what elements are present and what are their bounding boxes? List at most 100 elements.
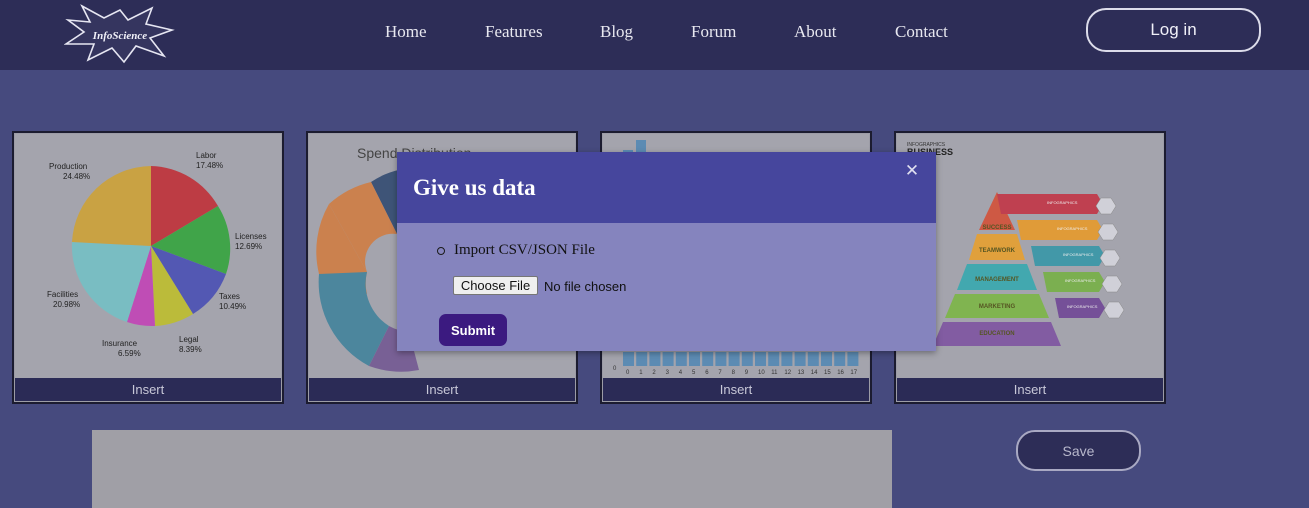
bar-x-tick: 14 — [811, 370, 818, 376]
bar-thumb-bar — [821, 352, 832, 366]
top-navbar: InfoScience Home Features Blog Forum Abo… — [0, 0, 1309, 70]
bar-thumb-bar — [794, 352, 806, 366]
bar-thumb-bar — [715, 352, 727, 366]
nav-link-home[interactable]: Home — [385, 22, 427, 42]
bar-x-tick: 15 — [824, 370, 831, 376]
pyramid-banner-label-5: INFOGRAPHICS — [1067, 304, 1098, 309]
bar-thumb-bar — [741, 352, 753, 366]
insert-button-bar[interactable]: Insert — [603, 378, 869, 401]
bar-thumb-bar — [675, 352, 687, 366]
logo-text: InfoScience — [92, 30, 148, 42]
bar-x-tick: 12 — [784, 370, 791, 376]
bar-x-tick: 1 — [639, 370, 643, 376]
bar-x-tick: 11 — [771, 370, 778, 376]
bar-x-tick: 8 — [732, 370, 736, 376]
pyramid-label-teamwork: TEAMWORK — [979, 248, 1016, 254]
pyramid-label-success: SUCCESS — [982, 225, 1011, 231]
bar-thumb-bar — [768, 352, 780, 366]
import-label: Import CSV/JSON File — [454, 242, 595, 258]
bar-x-tick: 13 — [798, 370, 805, 376]
submit-button[interactable]: Submit — [439, 314, 507, 346]
card-thumbnail-pie[interactable]: Labor 17.48% Licenses 12.69% Taxes 10.49… — [15, 134, 281, 378]
bar-thumb-bar — [728, 352, 740, 366]
insert-button-pie[interactable]: Insert — [15, 378, 281, 401]
bar-thumb-bar — [834, 352, 846, 366]
brain-icon — [1103, 301, 1125, 319]
pie-label-licenses: Licenses — [235, 232, 267, 241]
save-button[interactable]: Save — [1016, 430, 1141, 471]
bar-x-tick: 3 — [666, 370, 670, 376]
import-option: Import CSV/JSON File — [437, 242, 595, 259]
nav-link-features[interactable]: Features — [485, 22, 543, 42]
bar-x-tick: 16 — [837, 370, 844, 376]
bar-x-tick: 5 — [692, 370, 696, 376]
modal-title: Give us data — [413, 175, 536, 200]
choose-file-button[interactable]: Choose File — [453, 276, 538, 295]
pie-value-legal: 8.39% — [179, 345, 202, 354]
insert-button-donut[interactable]: Insert — [309, 378, 575, 401]
pyramid-banner-label-1: INFOGRAPHICS — [1047, 200, 1078, 205]
pyramid-banner-label-2: INFOGRAPHICS — [1057, 226, 1088, 231]
bar-x-tick: 4 — [679, 370, 683, 376]
close-icon[interactable]: ✕ — [901, 160, 923, 182]
insert-button-pyramid[interactable]: Insert — [897, 378, 1163, 401]
pie-value-facilities: 20.98% — [53, 300, 80, 309]
bar-x-tick: 17 — [850, 370, 857, 376]
gears-icon — [1101, 275, 1123, 293]
pie-label-facilities: Facilities — [47, 290, 78, 299]
nav-link-forum[interactable]: Forum — [691, 22, 736, 42]
pyramid-level-2 — [969, 234, 1025, 260]
bar-thumb-bar — [807, 352, 819, 366]
bar-x-tick: 10 — [758, 370, 765, 376]
pie-value-taxes: 10.49% — [219, 302, 246, 311]
pie-value-licenses: 12.69% — [235, 242, 262, 251]
pie-label-taxes: Taxes — [219, 292, 240, 301]
bar-thumb-bar — [636, 352, 648, 366]
bar-thumb-bar — [689, 352, 700, 366]
pyramid-infographic-thumbnail: INFOGRAPHICS BUSINESS SUCCESS TEAMWORK M… — [907, 142, 1125, 346]
nav-link-about[interactable]: About — [794, 22, 837, 42]
pie-label-legal: Legal — [179, 335, 199, 344]
card-thumbnail-pyramid[interactable]: INFOGRAPHICS BUSINESS SUCCESS TEAMWORK M… — [897, 134, 1163, 378]
bar-thumb-bars — [623, 352, 859, 366]
template-card-pie: Labor 17.48% Licenses 12.69% Taxes 10.49… — [12, 131, 284, 404]
nav-link-contact[interactable]: Contact — [895, 22, 948, 42]
pie-label-production: Production — [49, 162, 87, 171]
pie-value-insurance: 6.59% — [118, 349, 141, 358]
modal-header: Give us data ✕ — [397, 152, 936, 223]
bar-y-zero: 0 — [613, 366, 617, 372]
circle-bullet-icon — [437, 246, 445, 255]
pyramid-banner-label-3: INFOGRAPHICS — [1063, 252, 1094, 257]
bar-x-tick: 2 — [652, 370, 656, 376]
pyramid-label-marketing: MARKETING — [979, 304, 1016, 310]
data-import-modal: Give us data ✕ Import CSV/JSON File Choo… — [397, 152, 936, 351]
pyramid-banner-label-4: INFOGRAPHICS — [1065, 278, 1096, 283]
bar-thumb-bar — [649, 352, 661, 366]
file-status: No file chosen — [544, 279, 627, 294]
user-icon — [1097, 223, 1119, 241]
logo-star-icon: InfoScience — [63, 4, 175, 64]
pie-label-insurance: Insurance — [102, 339, 138, 348]
pie-label-labor: Labor — [196, 151, 217, 160]
chart-icon — [1099, 249, 1121, 267]
bar-thumb-bar — [781, 352, 793, 366]
logo[interactable]: InfoScience — [63, 4, 176, 64]
pie-value-labor: 17.48% — [196, 161, 223, 170]
bar-thumb-bar — [662, 352, 674, 366]
pie-chart-thumbnail: Labor 17.48% Licenses 12.69% Taxes 10.49… — [47, 151, 267, 358]
bar-thumb-bar — [755, 352, 766, 366]
bar-x-tick: 6 — [705, 370, 709, 376]
nav-link-blog[interactable]: Blog — [600, 22, 633, 42]
bar-thumb-bar — [623, 352, 634, 366]
bar-x-tick: 0 — [626, 370, 630, 376]
bar-x-ticks: 0 1 2 3 4 5 6 7 8 9 10 11 12 13 14 15 16 17 — [626, 370, 858, 376]
pyramid-label-management: MANAGEMENT — [975, 277, 1019, 283]
login-button[interactable]: Log in — [1086, 8, 1261, 52]
bar-x-tick: 7 — [718, 370, 722, 376]
bar-thumb-bar — [702, 352, 714, 366]
bar-thumb-bar — [847, 352, 859, 366]
pyramid-label-education: EDUCATION — [979, 331, 1014, 337]
pie-value-production: 24.48% — [63, 172, 90, 181]
editor-canvas[interactable] — [92, 430, 892, 508]
bar-x-tick: 9 — [745, 370, 749, 376]
